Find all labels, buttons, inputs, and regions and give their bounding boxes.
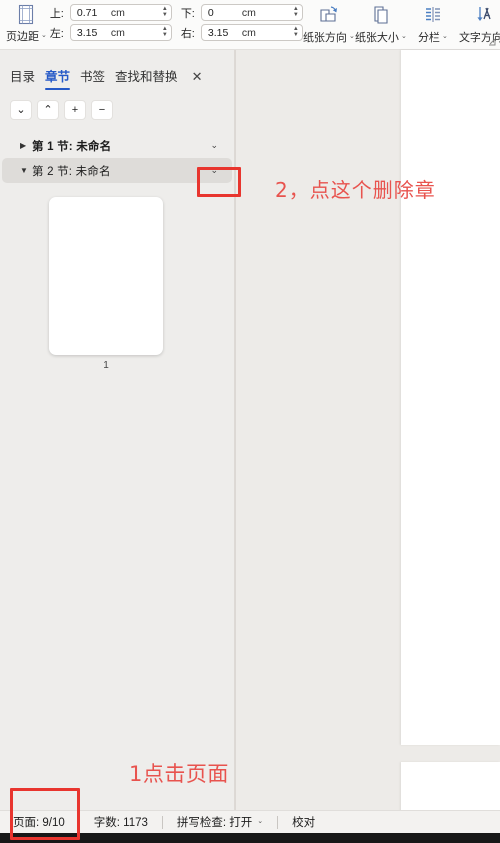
os-taskbar: [0, 833, 500, 843]
spinner-arrows-icon[interactable]: ▲ ▼: [162, 5, 168, 20]
margin-right-label: 右:: [180, 27, 195, 40]
status-page-indicator[interactable]: 页面: 9/10: [13, 814, 65, 830]
page-orientation-label: 纸张方向 ⌄: [303, 29, 355, 45]
orientation-text: 纸张方向: [302, 32, 347, 44]
page-orientation-button[interactable]: 纸张方向 ⌄: [303, 0, 355, 45]
status-divider: [161, 815, 163, 829]
chevron-down-icon: ⌄: [348, 33, 355, 40]
margin-bottom-label: 下:: [180, 7, 195, 20]
document-page-1[interactable]: [401, 50, 500, 745]
margin-fields: 上: 0.71 cm ▲ ▼ 下: 0 cm ▲ ▼ 左: 3.15 cm ▲ …: [47, 0, 303, 41]
margin-top-value[interactable]: 0.71: [71, 7, 111, 19]
section-1-label: 第 1 节: 未命名: [32, 140, 112, 153]
section-row-1[interactable]: ▶ 第 1 节: 未命名 ⌄: [2, 133, 232, 158]
move-up-button[interactable]: ⌃: [37, 100, 59, 120]
tab-bookmarks[interactable]: 书签: [80, 66, 105, 89]
sidebar-tabs: 目录 章节 书签 查找和替换 ✕: [0, 50, 234, 92]
triangle-right-icon[interactable]: ▶: [20, 141, 32, 150]
annotation-text-step-2: 2，点这个删除章: [275, 178, 436, 202]
section-row-2[interactable]: ▼ 第 2 节: 未命名 ⌄: [2, 158, 232, 183]
margin-bottom-value[interactable]: 0: [202, 7, 242, 19]
chevron-down-icon: ⌄: [441, 33, 448, 40]
tab-sections[interactable]: 章节: [45, 66, 71, 90]
margin-top-spinner[interactable]: 0.71 cm ▲ ▼: [69, 4, 172, 21]
margin-row-top: 上: 0.71 cm ▲ ▼ 下: 0 cm ▲ ▼: [47, 4, 303, 21]
columns-text: 分栏: [417, 32, 440, 44]
columns-icon: [421, 2, 445, 27]
chevron-down-icon: ⌄: [41, 32, 47, 39]
chevron-down-icon: ⌄: [400, 33, 407, 40]
size-text: 纸张大小: [354, 32, 399, 44]
status-bar: 页面: 9/10 字数: 1173 拼写检查: 打开 ⌄ 校对: [0, 810, 500, 833]
ribbon-expand-icon[interactable]: [488, 38, 496, 48]
section-1-menu-icon[interactable]: ⌄: [210, 140, 226, 151]
columns-button[interactable]: 分栏 ⌄: [407, 0, 459, 45]
margin-right-value[interactable]: 3.15: [202, 27, 242, 39]
page-size-icon: [369, 2, 393, 27]
margin-bottom-spinner[interactable]: 0 cm ▲ ▼: [200, 4, 303, 21]
sections-toolbar: ⌄ ⌃ + −: [0, 92, 234, 120]
document-page-2[interactable]: [401, 762, 500, 812]
status-word-count[interactable]: 字数: 1173: [94, 814, 148, 830]
margin-left-spinner[interactable]: 3.15 cm ▲ ▼: [69, 24, 172, 41]
margin-right-spinner[interactable]: 3.15 cm ▲ ▼: [200, 24, 303, 41]
page-thumbnail-1[interactable]: [49, 197, 163, 355]
page-size-button[interactable]: 纸张大小 ⌄: [355, 0, 407, 45]
margins-text: 页边距: [6, 31, 39, 43]
spinner-arrows-icon[interactable]: ▲ ▼: [293, 5, 299, 20]
remove-section-button[interactable]: −: [91, 100, 113, 120]
margins-label: 页边距 ⌄: [6, 28, 47, 44]
section-2-label: 第 2 节: 未命名: [32, 165, 111, 178]
tab-find-replace[interactable]: 查找和替换: [115, 66, 178, 89]
section-2-menu-icon[interactable]: ⌄: [210, 165, 226, 176]
margin-left-label: 左:: [49, 27, 64, 40]
move-down-button[interactable]: ⌄: [10, 100, 32, 120]
word-processor-window: 页边距 ⌄ 上: 0.71 cm ▲ ▼ 下: 0 cm ▲ ▼ 左: 3.15…: [0, 0, 500, 843]
section-list: ▶ 第 1 节: 未命名 ⌄ ▼ 第 2 节: 未命名 ⌄: [0, 133, 234, 183]
add-section-button[interactable]: +: [64, 100, 86, 120]
margins-button[interactable]: 页边距 ⌄: [6, 0, 47, 44]
close-icon[interactable]: ✕: [192, 69, 203, 85]
margin-left-value[interactable]: 3.15: [71, 27, 111, 39]
spinner-arrows-icon[interactable]: ▲ ▼: [293, 25, 299, 40]
page-thumbnail-1-number: 1: [103, 360, 109, 371]
page-margins-icon: [14, 3, 38, 27]
spinner-arrows-icon[interactable]: ▲ ▼: [162, 25, 168, 40]
navigation-sidebar: 目录 章节 书签 查找和替换 ✕ ⌄ ⌃ + − ▶ 第 1 节: 未命名 ⌄ …: [0, 50, 234, 843]
page-thumbnail-list: 1: [0, 197, 212, 371]
status-proofread[interactable]: 校对: [292, 814, 315, 830]
triangle-down-icon[interactable]: ▼: [20, 166, 32, 175]
margin-row-left: 左: 3.15 cm ▲ ▼ 右: 3.15 cm ▲ ▼: [47, 24, 303, 41]
document-canvas[interactable]: [234, 50, 500, 812]
page-orientation-icon: [317, 2, 341, 27]
page-size-label: 纸张大小 ⌄: [355, 29, 407, 45]
spellcheck-chevron-down-icon[interactable]: ⌄: [257, 817, 263, 825]
status-divider: [78, 815, 80, 829]
annotation-text-step-1: 1点击页面: [129, 762, 229, 786]
tab-contents[interactable]: 目录: [10, 66, 35, 89]
page-layout-ribbon: 页边距 ⌄ 上: 0.71 cm ▲ ▼ 下: 0 cm ▲ ▼ 左: 3.15…: [0, 0, 500, 50]
text-direction-icon: [473, 2, 497, 27]
columns-label: 分栏 ⌄: [418, 29, 448, 45]
status-divider: [277, 815, 279, 829]
margin-top-label: 上:: [49, 7, 64, 20]
status-spellcheck[interactable]: 拼写检查: 打开: [177, 814, 252, 830]
sidebar-divider: [235, 50, 236, 810]
